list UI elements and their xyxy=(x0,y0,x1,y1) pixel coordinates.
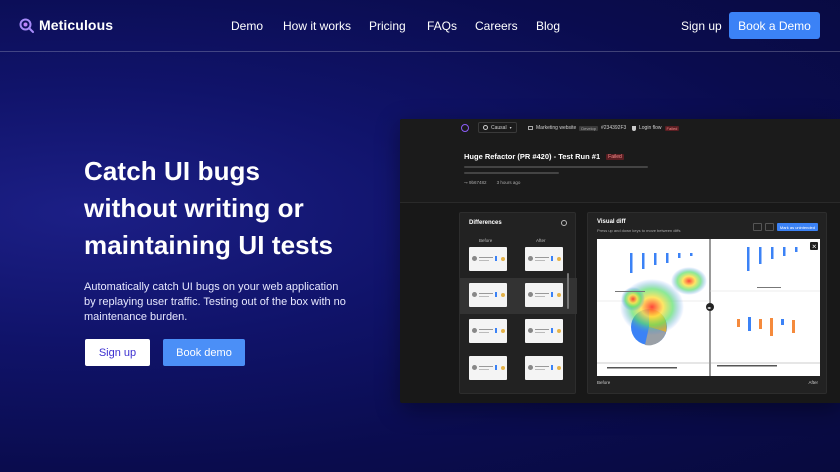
before-column-label: Before xyxy=(479,238,493,243)
brand-logo[interactable]: Meticulous xyxy=(19,17,113,33)
test-run-header: Causal ▾ Marketing website Develop #2343… xyxy=(400,119,840,203)
nav-link-pricing[interactable]: Pricing xyxy=(369,19,406,33)
crumb-flow-label: Login flow xyxy=(639,125,662,131)
hero-signup-button[interactable]: Sign up xyxy=(85,339,150,366)
hero-title: Catch UI bugs without writing or maintai… xyxy=(84,153,384,264)
visual-diff-hint: Press up and down keys to move between d… xyxy=(597,228,681,233)
top-nav: Meticulous Demo How it works Pricing FAQ… xyxy=(0,0,840,52)
nav-signup-link[interactable]: Sign up xyxy=(681,19,722,33)
browser-icon xyxy=(528,126,533,130)
visual-diff-title: Visual diff xyxy=(597,219,626,225)
diff-thumbnail-after[interactable] xyxy=(525,247,563,271)
svg-text:◂▸: ◂▸ xyxy=(707,305,711,310)
diff-thumbnail-after[interactable] xyxy=(525,319,563,343)
test-run-title: Huge Refactor (PR #420) - Test Run #1 Fa… xyxy=(464,152,624,161)
test-run-status-badge: Failed xyxy=(606,153,624,160)
visual-diff-panel: Visual diff Press up and down keys to mo… xyxy=(587,212,827,394)
diff-thumbnail-before[interactable] xyxy=(469,319,507,343)
project-icon xyxy=(483,125,488,130)
commit-hash: ⊸ 9b67482 xyxy=(464,180,487,186)
crumb-id: #234392F3 xyxy=(601,125,626,131)
hero-subtitle: Automatically catch UI bugs on your web … xyxy=(84,281,346,324)
hero-title-line-3: maintaining UI tests xyxy=(84,230,334,260)
diff-thumbnail-before[interactable] xyxy=(469,283,507,307)
shield-icon xyxy=(632,125,636,131)
diff-thumbnail-after[interactable] xyxy=(525,283,563,307)
visual-diff-before-label: Before xyxy=(597,380,611,385)
app-breadcrumb-bar: Causal ▾ Marketing website Develop #2343… xyxy=(400,119,840,137)
mark-as-unintended-button[interactable]: Mark as unintended xyxy=(776,223,818,231)
book-a-demo-button[interactable]: Book a Demo xyxy=(729,12,820,39)
diff-list-scrollbar[interactable] xyxy=(567,273,569,309)
crumb-site: Marketing website Develop xyxy=(528,125,598,131)
project-selector: Causal ▾ xyxy=(478,122,517,133)
nav-link-blog[interactable]: Blog xyxy=(536,19,560,33)
brand-name: Meticulous xyxy=(39,17,114,33)
svg-text:✕: ✕ xyxy=(812,243,817,250)
hero-title-line-1: Catch UI bugs xyxy=(84,156,261,186)
diff-thumbnail-after[interactable] xyxy=(525,356,563,380)
crumb-flow-tag: Failed xyxy=(664,125,680,131)
product-screenshot: Causal ▾ Marketing website Develop #2343… xyxy=(400,119,840,403)
diff-screenshot-render: ◂▸ ✕ xyxy=(597,239,820,376)
hero-title-line-2: without writing or xyxy=(84,193,304,223)
description-line-1 xyxy=(464,166,648,168)
hero-book-demo-button[interactable]: Book demo xyxy=(163,339,245,366)
crumb-id-label: #234392F3 xyxy=(601,125,627,131)
diff-thumbnail-before[interactable] xyxy=(469,247,507,271)
search-icon[interactable] xyxy=(561,220,567,226)
nav-link-how-it-works[interactable]: How it works xyxy=(283,19,351,33)
time-ago: 3 hours ago xyxy=(496,180,521,185)
differences-panel: Differences Before After xyxy=(459,212,577,394)
test-run-title-text: Huge Refactor (PR #420) - Test Run #1 xyxy=(464,152,601,161)
commit-hash-label: 9b67482 xyxy=(469,180,487,185)
magnifier-logo-icon xyxy=(19,18,34,33)
link-icon[interactable] xyxy=(764,223,774,231)
commit-info: ⊸ 9b67482 3 hours ago xyxy=(464,180,520,186)
after-column-label: After xyxy=(536,238,546,243)
crumb-flow: Login flow Failed xyxy=(632,125,680,131)
project-name: Causal xyxy=(491,124,507,131)
visual-diff-after-label: After xyxy=(808,380,818,385)
refresh-icon[interactable] xyxy=(752,223,762,231)
nav-link-faqs[interactable]: FAQs xyxy=(427,19,457,33)
diff-thumbnail-before[interactable] xyxy=(469,356,507,380)
chevron-down-icon: ▾ xyxy=(509,125,512,130)
description-line-2 xyxy=(464,172,559,174)
nav-link-careers[interactable]: Careers xyxy=(475,19,518,33)
visual-diff-actions: Mark as unintended xyxy=(752,223,818,231)
nav-link-demo[interactable]: Demo xyxy=(231,19,263,33)
app-logo-icon xyxy=(461,124,469,132)
crumb-site-label: Marketing website xyxy=(536,125,577,131)
visual-diff-canvas[interactable]: ◂▸ ✕ xyxy=(597,239,820,376)
crumb-site-tag: Develop xyxy=(579,125,598,131)
differences-title: Differences xyxy=(469,220,502,226)
